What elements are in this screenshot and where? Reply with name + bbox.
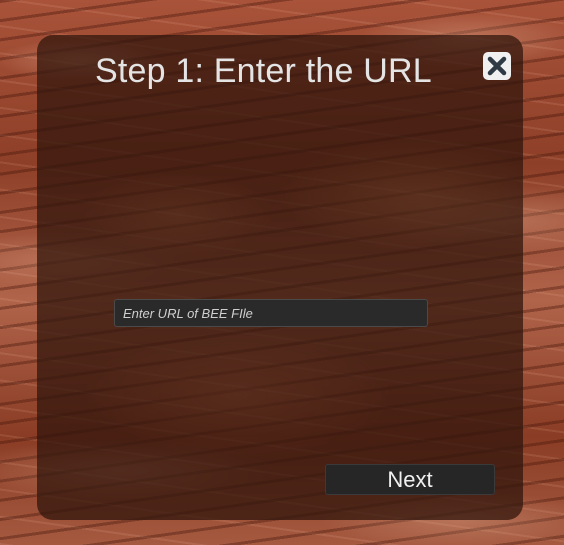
close-button[interactable] <box>483 52 511 80</box>
dialog-title: Step 1: Enter the URL <box>95 52 432 90</box>
close-x-icon <box>487 56 507 76</box>
url-input[interactable] <box>114 299 428 327</box>
next-button[interactable]: Next <box>325 464 495 495</box>
step-dialog: Step 1: Enter the URL Next <box>37 35 523 520</box>
